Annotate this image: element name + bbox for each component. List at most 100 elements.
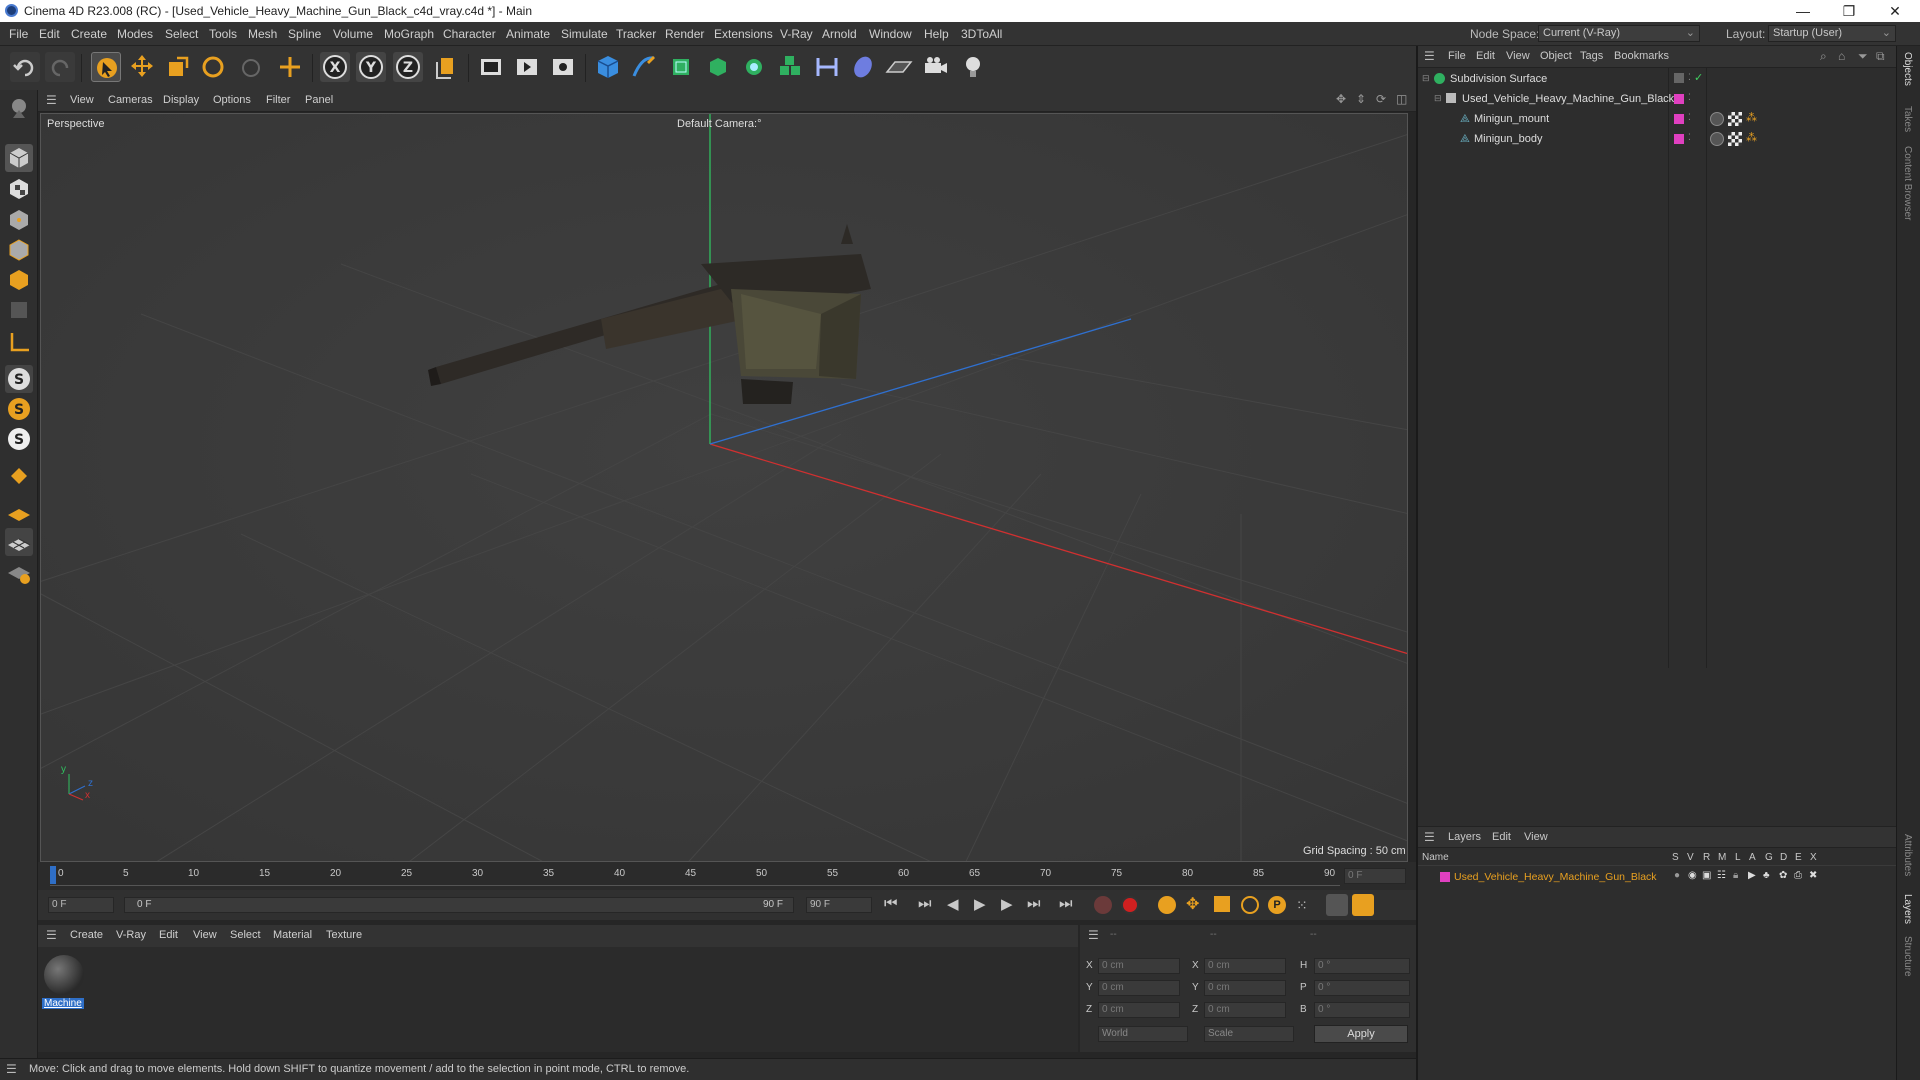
spline-pen-icon[interactable]	[629, 52, 659, 82]
menu-character[interactable]: Character	[443, 27, 496, 41]
hamburger-icon[interactable]: ☰	[46, 93, 57, 107]
menu-edit[interactable]: Edit	[39, 27, 60, 41]
timeline-ruler[interactable]: 0 5 10 15 20 25 30 35 40 45 50 55 60 65 …	[38, 862, 1416, 890]
objects-menu-tags[interactable]: Tags	[1580, 50, 1603, 62]
previous-frame-icon[interactable]: ◀	[947, 895, 959, 913]
vray-tag-icon[interactable]: ⁂	[1746, 111, 1757, 124]
key-rotation-icon[interactable]	[1241, 896, 1259, 914]
close-button[interactable]: ✕	[1872, 0, 1918, 22]
render-settings-icon[interactable]	[548, 52, 578, 82]
eye-icon[interactable]: ◉	[1688, 870, 1697, 881]
select-tool-icon[interactable]	[91, 52, 121, 82]
make-editable-icon[interactable]	[5, 94, 33, 122]
uvw-tag-icon[interactable]	[1728, 132, 1742, 146]
objects-menu-object[interactable]: Object	[1540, 50, 1572, 62]
menu-file[interactable]: File	[9, 27, 28, 41]
viewport-menu-filter[interactable]: Filter	[266, 94, 290, 106]
viewport-menu-view[interactable]: View	[70, 94, 94, 106]
play-icon[interactable]: ▶	[974, 895, 986, 913]
tab-attributes[interactable]: Attributes	[1902, 834, 1913, 876]
viewport-menu-panel[interactable]: Panel	[305, 94, 333, 106]
field-icon[interactable]	[848, 52, 878, 82]
key-scale-icon[interactable]	[1214, 896, 1230, 912]
next-frame-icon[interactable]: ▶	[1001, 895, 1013, 913]
layer-swatch[interactable]	[1674, 114, 1684, 124]
object-name[interactable]: Minigun_body	[1474, 133, 1543, 145]
search-icon[interactable]: ⌕	[1820, 49, 1827, 64]
polygons-mode-icon[interactable]	[5, 266, 33, 294]
node-space-dropdown[interactable]: Current (V-Ray) ⌄	[1538, 25, 1700, 42]
uvw-tag-icon[interactable]	[1728, 112, 1742, 126]
previous-key-icon[interactable]: ⏭	[918, 895, 932, 912]
home-icon[interactable]: ⌂	[1838, 49, 1845, 63]
generator-icon[interactable]: ♣	[1763, 870, 1770, 881]
go-to-end-icon[interactable]: ⏭	[1059, 895, 1073, 912]
material-tag-icon[interactable]	[1710, 112, 1724, 126]
camera-icon[interactable]	[921, 52, 951, 82]
deformer-icon[interactable]: ✿	[1779, 870, 1787, 881]
tab-content-browser[interactable]: Content Browser	[1902, 146, 1913, 220]
layer-swatch[interactable]	[1674, 73, 1684, 83]
move-tool-icon[interactable]	[127, 52, 157, 82]
y-axis-lock-icon[interactable]: Y	[356, 52, 386, 82]
tab-layers[interactable]: Layers	[1902, 894, 1913, 924]
rotate-tool-icon[interactable]	[198, 52, 228, 82]
auto-keying-icon[interactable]	[1121, 896, 1139, 914]
menu-window[interactable]: Window	[869, 27, 912, 41]
object-row-group[interactable]: ⊟ Used_Vehicle_Heavy_Machine_Gun_Black ⁚	[1418, 90, 1894, 110]
collapse-icon[interactable]: ⊟	[1434, 93, 1442, 104]
size-z-field[interactable]: 0 cm	[1204, 1002, 1286, 1018]
viewport-menu-cameras[interactable]: Cameras	[108, 94, 153, 106]
objects-menu-view[interactable]: View	[1506, 50, 1530, 62]
visibility-dots-icon[interactable]: ⁚	[1688, 112, 1691, 123]
size-mode-dropdown[interactable]: Scale	[1204, 1026, 1294, 1042]
snap-s1-icon[interactable]: S	[5, 365, 33, 393]
object-row-mount[interactable]: ⟁ Minigun_mount ⁚ ⁂	[1418, 110, 1894, 130]
material-menu-texture[interactable]: Texture	[326, 929, 362, 941]
object-row-body[interactable]: ⟁ Minigun_body ⁚ ⁂	[1418, 130, 1894, 150]
menu-tracker[interactable]: Tracker	[616, 27, 656, 41]
cube-object-icon[interactable]	[593, 52, 623, 82]
deformer-icon[interactable]	[812, 52, 842, 82]
visibility-dots-icon[interactable]: ⁚	[1688, 132, 1691, 143]
go-to-start-icon[interactable]: ⏮	[884, 895, 898, 912]
material-menu-vray[interactable]: V-Ray	[116, 929, 146, 941]
material-name[interactable]: Machine	[42, 998, 84, 1009]
pos-x-field[interactable]: 0 cm	[1098, 958, 1180, 974]
live-selection-icon[interactable]	[236, 52, 266, 82]
layer-col-locked[interactable]: L	[1735, 852, 1741, 863]
material-menu-material[interactable]: Material	[273, 929, 312, 941]
points-mode-icon[interactable]	[5, 206, 33, 234]
render-picture-viewer-icon[interactable]	[512, 52, 542, 82]
texture-mode-icon[interactable]	[5, 175, 33, 203]
menu-extensions[interactable]: Extensions	[714, 27, 773, 41]
hamburger-icon[interactable]: ☰	[1424, 49, 1435, 63]
mograph-icon[interactable]	[775, 52, 805, 82]
layer-col-expressions[interactable]: E	[1795, 852, 1802, 863]
layer-swatch[interactable]	[1674, 134, 1684, 144]
grid-snap-icon[interactable]	[5, 528, 33, 556]
animation-icon[interactable]: ▶	[1748, 870, 1756, 881]
tab-objects[interactable]: Objects	[1902, 52, 1913, 86]
layers-menu-edit[interactable]: Edit	[1492, 831, 1511, 843]
layout-dropdown[interactable]: Startup (User) ⌄	[1768, 25, 1896, 42]
menu-render[interactable]: Render	[665, 27, 704, 41]
keyframe-selection-icon[interactable]	[1158, 896, 1176, 914]
hamburger-icon[interactable]: ☰	[1088, 928, 1099, 942]
manager-icon[interactable]: ☷	[1717, 870, 1726, 881]
toggle-view-icon[interactable]: ◫	[1396, 92, 1407, 106]
workplane-icon[interactable]	[5, 498, 33, 526]
object-name[interactable]: Used_Vehicle_Heavy_Machine_Gun_Black	[1462, 93, 1674, 105]
material-menu-select[interactable]: Select	[230, 929, 261, 941]
layer-col-solo[interactable]: S	[1672, 852, 1679, 863]
rot-h-field[interactable]: 0 °	[1314, 958, 1410, 974]
object-row-subdivision[interactable]: ⊟ Subdivision Surface ⁚ ✓	[1418, 70, 1894, 90]
tab-structure[interactable]: Structure	[1902, 936, 1913, 977]
render-view-icon[interactable]	[476, 52, 506, 82]
layer-name[interactable]: Used_Vehicle_Heavy_Machine_Gun_Black	[1454, 871, 1657, 883]
cloner-icon[interactable]	[739, 52, 769, 82]
menu-mograph[interactable]: MoGraph	[384, 27, 434, 41]
menu-mesh[interactable]: Mesh	[248, 27, 277, 41]
render-icon[interactable]: ▣	[1702, 870, 1711, 881]
size-x-field[interactable]: 0 cm	[1204, 958, 1286, 974]
